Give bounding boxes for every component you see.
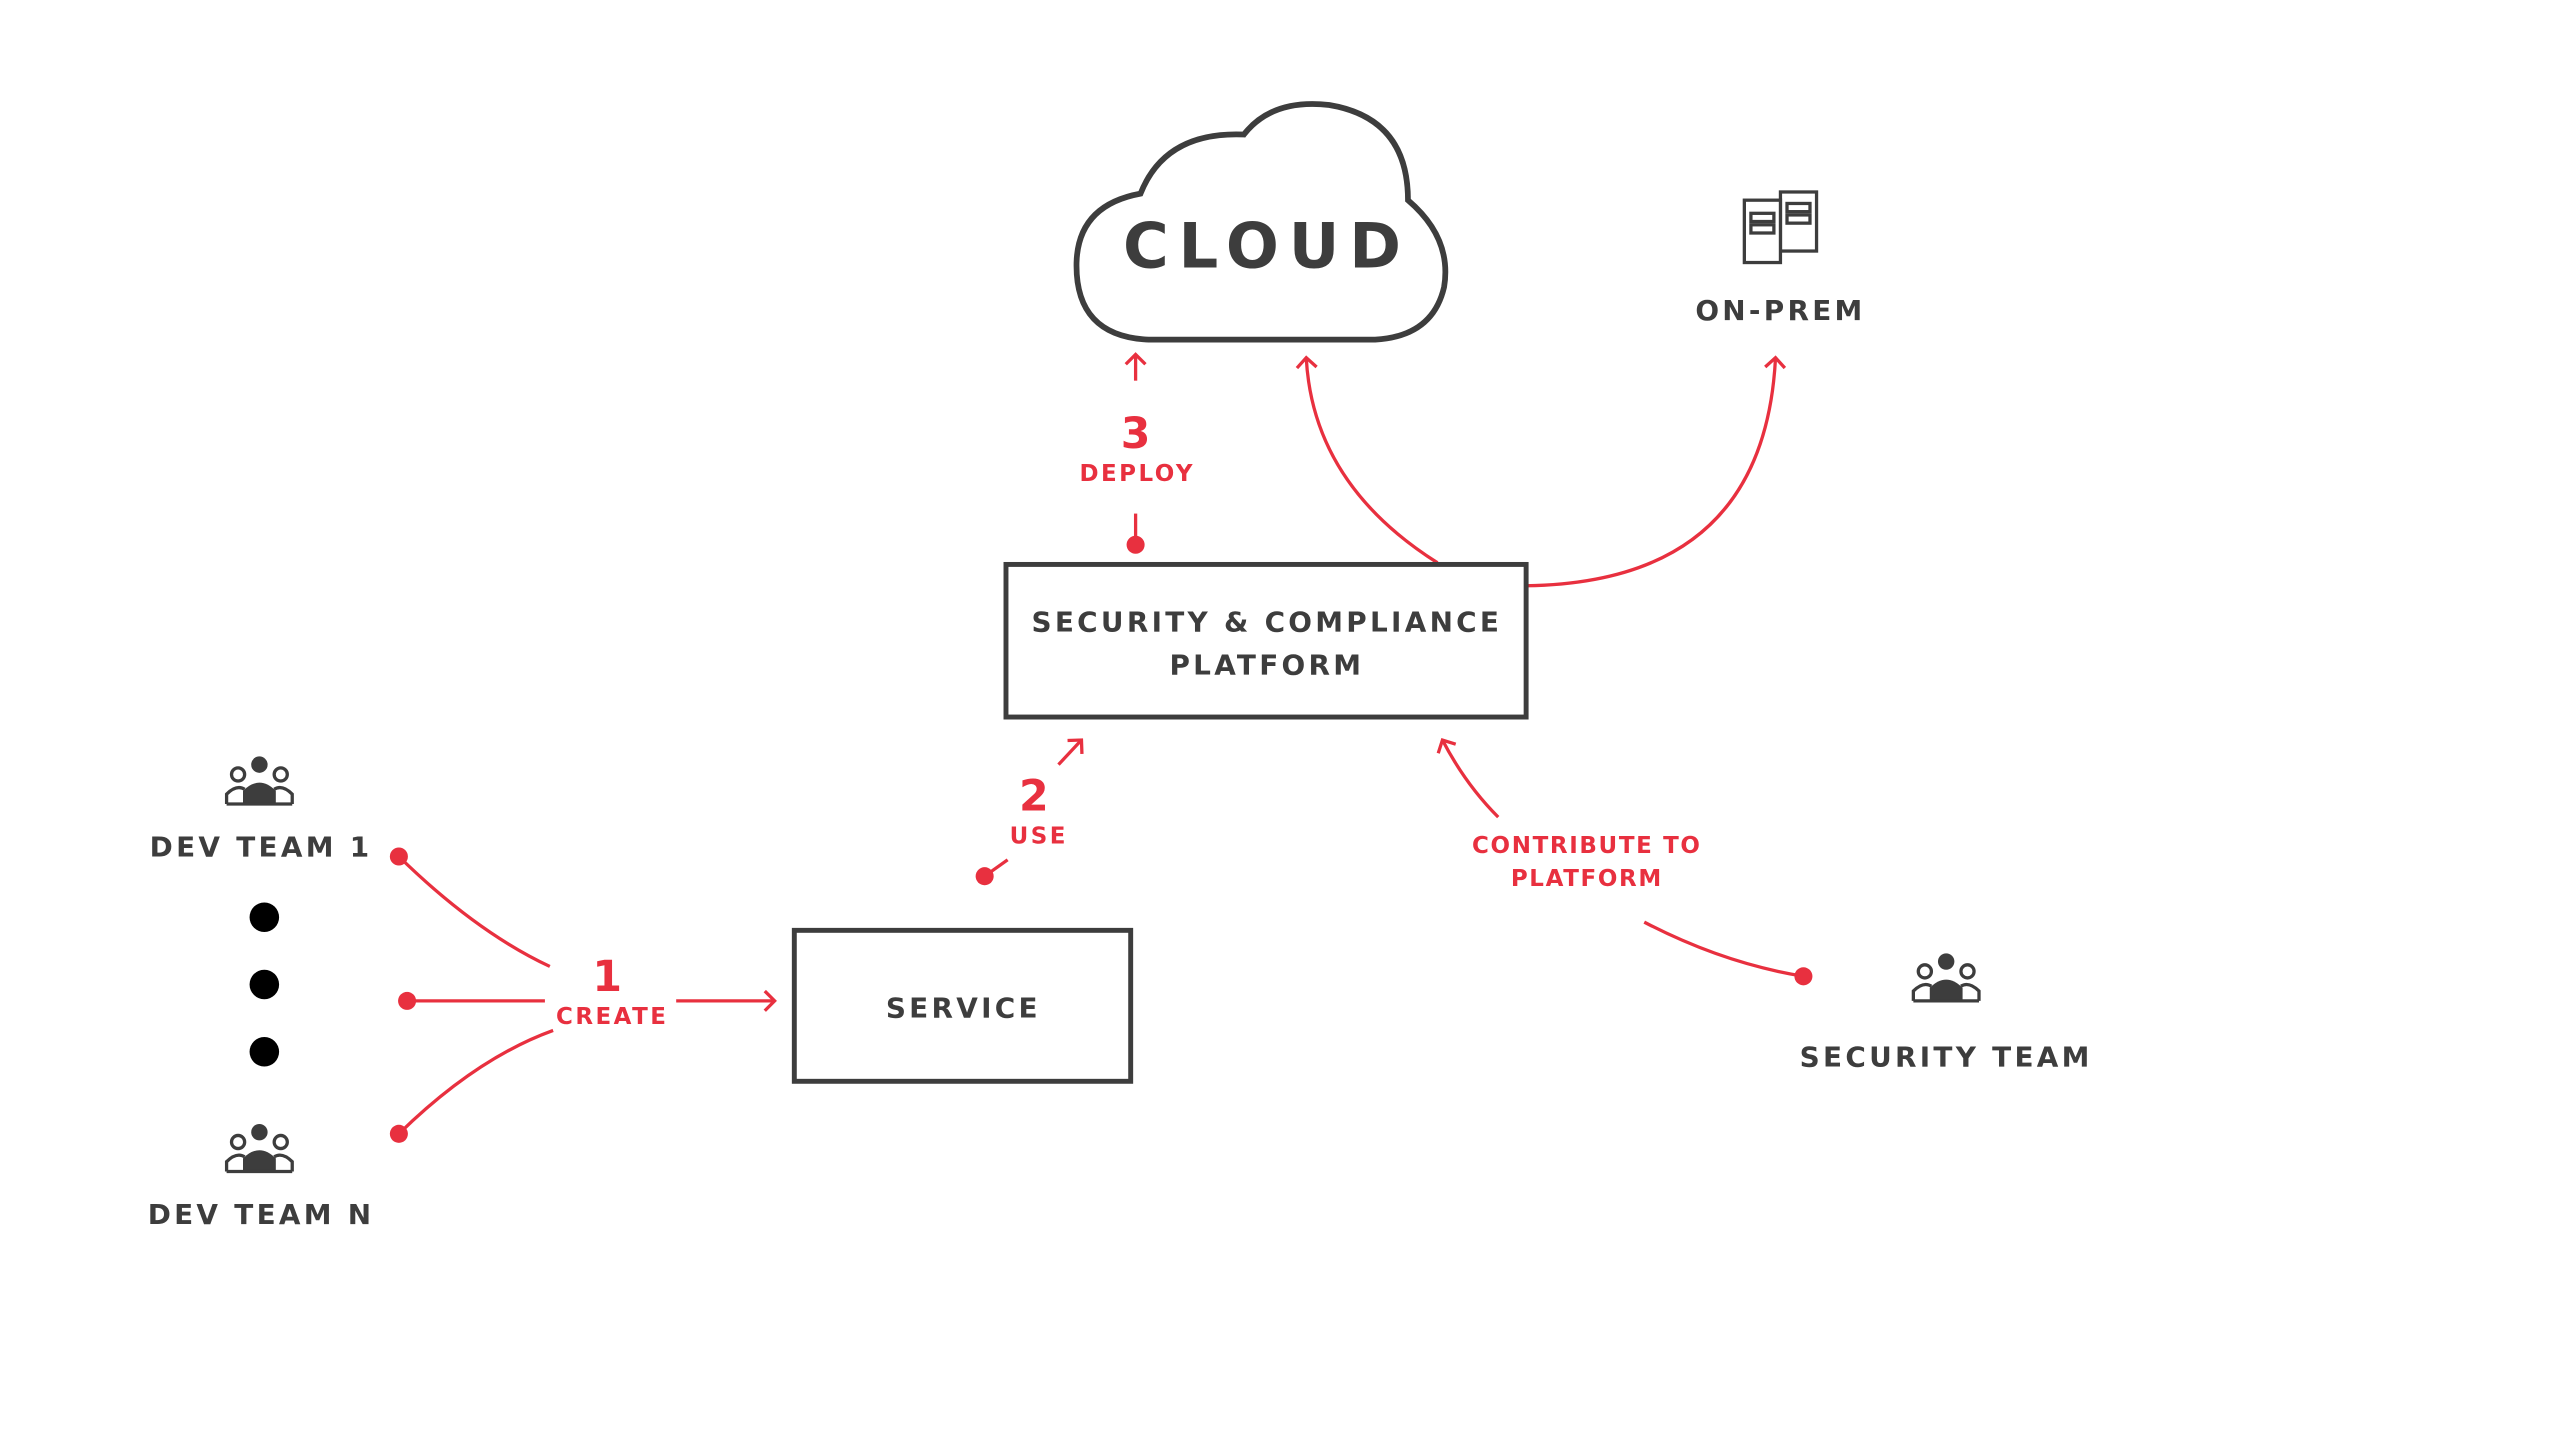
contribute-label-2: PLATFORM <box>1511 866 1663 892</box>
security-team-label: SECURITY TEAM <box>1800 1041 2093 1074</box>
team-icon <box>224 754 294 806</box>
step-1-number: 1 <box>592 952 622 1002</box>
cloud-label: CLOUD <box>1123 209 1411 282</box>
create-label: CREATE <box>556 1004 668 1030</box>
diagram: CLOUD ON-PREM 3 DEPLOY SECURITY & COMPLI… <box>148 101 2093 1231</box>
service-label: SERVICE <box>886 991 1041 1024</box>
contribute-label-1: CONTRIBUTE TO <box>1472 833 1702 859</box>
contribute-arrow <box>1436 737 1500 819</box>
use-arrow <box>1057 738 1084 766</box>
ellipsis-dot <box>249 969 280 1000</box>
platform-label-1: SECURITY & COMPLIANCE <box>1032 606 1503 639</box>
deploy-label: DEPLOY <box>1079 461 1195 487</box>
platform-label-2: PLATFORM <box>1169 648 1364 681</box>
use-label: USE <box>1010 823 1068 849</box>
step-3-number: 3 <box>1121 409 1151 459</box>
contribute-dot <box>1794 967 1813 986</box>
team-icon <box>1911 951 1981 1003</box>
deploy-dot <box>1126 535 1145 554</box>
platform-to-onprem-arrow <box>1526 355 1787 588</box>
ellipsis-dot <box>249 1036 280 1067</box>
platform-box <box>1003 561 1529 720</box>
server-icon <box>1742 190 1819 265</box>
ellipsis-dot <box>249 902 280 932</box>
step-2-number: 2 <box>1019 772 1049 822</box>
use-dot <box>975 867 994 886</box>
on-prem-label: ON-PREM <box>1695 294 1865 327</box>
dev-team-1-label: DEV TEAM 1 <box>150 831 373 864</box>
platform-to-cloud-arrow <box>1295 355 1439 565</box>
team-icon <box>224 1122 294 1174</box>
dev-team-n-label: DEV TEAM N <box>148 1198 375 1231</box>
